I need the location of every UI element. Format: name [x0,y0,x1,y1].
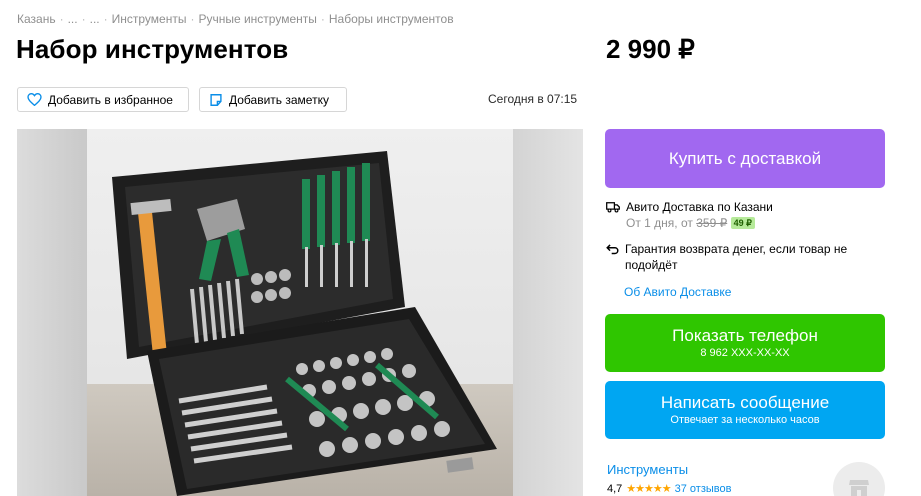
breadcrumb-separator: · [103,12,108,26]
rating-stars: ★★★★★ [626,483,671,495]
add-to-favorites-label: Добавить в избранное [48,92,173,107]
seller-name-link[interactable]: Инструменты [607,462,688,477]
seller-rating: 4,7 ★★★★★ 37 отзывов [607,482,732,496]
tool-set-photo[interactable] [87,129,513,496]
breadcrumb-item-ellipsis-2[interactable]: ... [90,12,100,26]
delivery-new-price-badge: 49 ₽ [730,217,755,229]
money-back-guarantee: Гарантия возврата денег, если товар не п… [606,241,855,273]
delivery-info: Авито Доставка по Казани От 1 дня, от 35… [606,199,773,231]
gallery-blur-right [513,129,583,496]
response-time: Отвечает за несколько часов [670,414,820,426]
photo-gallery[interactable] [17,129,583,496]
breadcrumb-separator: · [320,12,325,26]
breadcrumb-separator: · [190,12,195,26]
return-arrow-icon [606,244,619,255]
buy-with-delivery-button[interactable]: Купить с доставкой [605,129,885,188]
breadcrumb-separator: · [81,12,86,26]
item-price: 2 990 ₽ [606,34,695,64]
add-note-button[interactable]: Добавить заметку [199,87,347,112]
show-phone-button[interactable]: Показать телефон 8 962 XXX-XX-XX [605,314,885,372]
guarantee-text: Гарантия возврата денег, если товар не п… [625,242,848,272]
truck-icon [606,202,620,213]
add-to-favorites-button[interactable]: Добавить в избранное [17,87,189,112]
write-message-button[interactable]: Написать сообщение Отвечает за несколько… [605,381,885,439]
breadcrumb: Казань ·... ·... · Инструменты · Ручные инстру… [17,12,454,26]
gallery-blur-left [17,129,87,496]
note-icon [210,93,222,106]
delivery-terms-prefix: От 1 дня, от [626,216,697,230]
phone-number-masked: 8 962 XXX-XX-XX [700,347,790,359]
breadcrumb-item-hand-tools[interactable]: Ручные инструменты [198,12,316,26]
breadcrumb-item-city[interactable]: Казань [17,12,56,26]
seller-avatar[interactable] [833,462,885,496]
shop-icon [849,480,869,496]
add-note-label: Добавить заметку [229,92,329,107]
breadcrumb-item-ellipsis-1[interactable]: ... [68,12,78,26]
about-delivery-link[interactable]: Об Авито Доставке [624,285,731,299]
show-phone-label: Показать телефон [672,326,818,345]
breadcrumb-item-tool-sets[interactable]: Наборы инструментов [329,12,454,26]
publish-date: Сегодня в 07:15 [488,92,578,106]
rating-value: 4,7 [607,482,623,495]
page-title: Набор инструментов [16,34,289,64]
reviews-link[interactable]: 37 отзывов [675,483,732,495]
delivery-old-price: 359 ₽ [696,216,728,230]
heart-icon [27,93,42,106]
delivery-terms: От 1 дня, от 359 ₽ 49 ₽ [626,215,773,231]
breadcrumb-separator: · [59,12,64,26]
breadcrumb-item-tools[interactable]: Инструменты [112,12,187,26]
delivery-title: Авито Доставка по Казани [626,200,773,214]
write-message-label: Написать сообщение [660,393,830,412]
